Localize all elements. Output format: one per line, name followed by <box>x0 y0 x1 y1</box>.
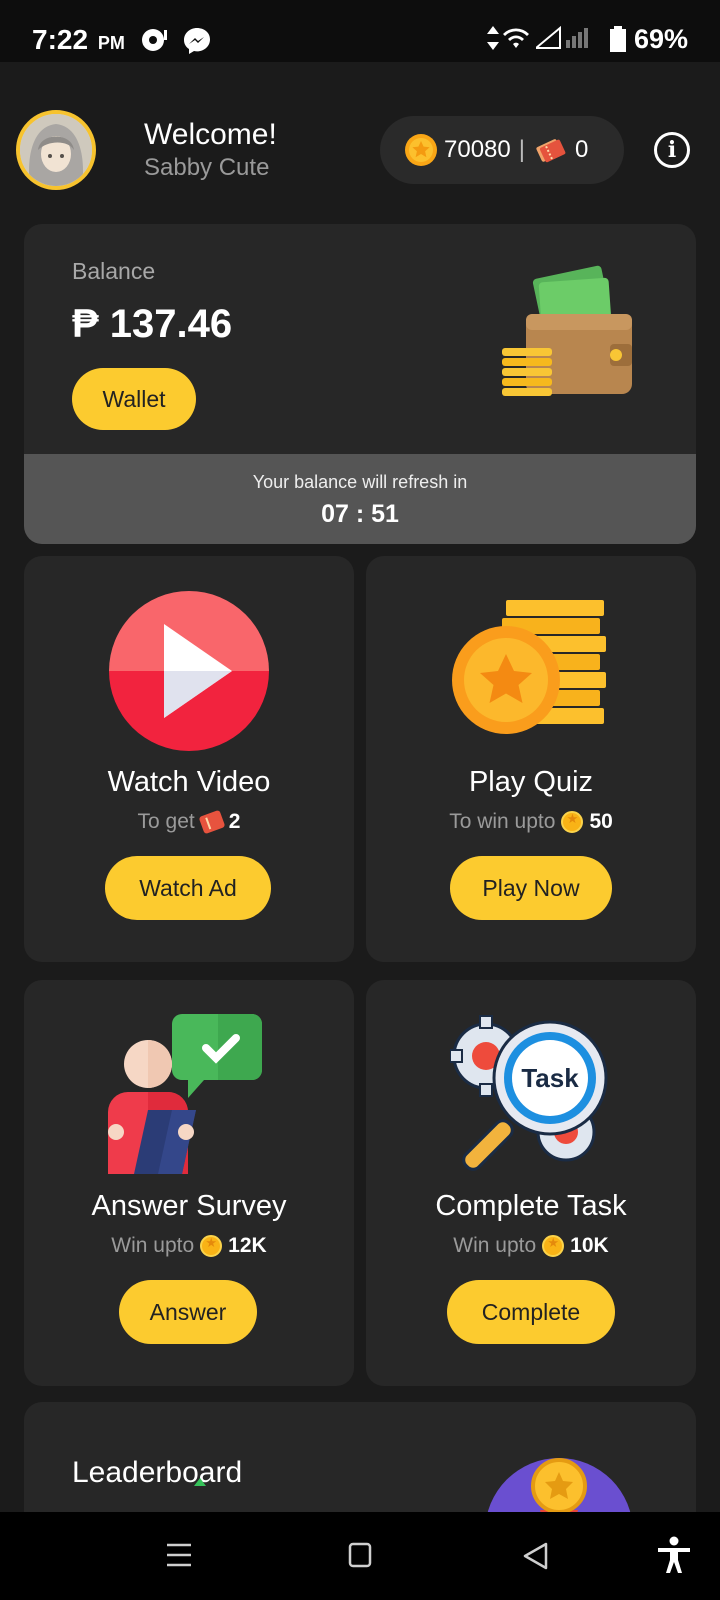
recent-apps-icon[interactable] <box>166 1542 192 1568</box>
play-video-icon <box>109 591 269 751</box>
answer-button[interactable]: Answer <box>119 1280 257 1344</box>
status-time: 7:22 PM <box>32 24 125 55</box>
survey-person-icon <box>108 1014 262 1174</box>
home-icon[interactable] <box>348 1542 372 1568</box>
currency-separator: | <box>518 136 525 163</box>
avatar[interactable] <box>16 110 96 190</box>
wallet-icon <box>502 265 632 396</box>
tile-subtitle: To win upto 50 <box>366 810 696 834</box>
data-arrows-icon <box>487 26 499 50</box>
info-icon[interactable]: i <box>654 132 690 168</box>
tile-subtitle: Win upto 12K <box>24 1234 354 1258</box>
currency-pill[interactable]: 70080 | 0 <box>380 116 624 184</box>
complete-button[interactable]: Complete <box>447 1280 615 1344</box>
system-nav-bar <box>0 1512 720 1600</box>
balance-amount: ₱ 137.46 <box>72 302 233 346</box>
complete-task-card[interactable]: Task Complete Task Win upto 10K Complete <box>366 980 696 1386</box>
tile-title: Watch Video <box>107 766 271 798</box>
notification-app-icon <box>142 29 167 51</box>
tile-title: Complete Task <box>435 1190 627 1222</box>
coin-stack-icon <box>452 600 606 734</box>
wifi-icon <box>503 28 529 48</box>
leaderboard-title: Leaderboard <box>72 1456 243 1489</box>
ticket-icon <box>198 809 226 835</box>
coin-count: 70080 <box>444 136 511 163</box>
coin-icon <box>405 134 437 166</box>
watch-ad-button[interactable]: Watch Ad <box>105 856 271 920</box>
balance-label: Balance <box>72 258 156 284</box>
refresh-timer: 07 : 51 <box>321 500 399 528</box>
answer-survey-card[interactable]: Answer Survey Win upto 12K Answer <box>24 980 354 1386</box>
coin-icon <box>561 811 584 833</box>
balance-card: Balance ₱ 137.46 Wallet Your balance wil… <box>24 224 696 544</box>
coin-icon <box>200 1235 223 1257</box>
watch-video-card[interactable]: Watch Video To get 2 Watch Ad <box>24 556 354 962</box>
status-bar: 7:22 PM 69% <box>0 0 720 62</box>
tile-subtitle: Win upto 10K <box>366 1234 696 1258</box>
tile-title: Play Quiz <box>468 766 594 798</box>
avatar-image <box>20 114 92 186</box>
play-quiz-card[interactable]: Play Quiz To win upto 50 Play Now <box>366 556 696 962</box>
refresh-text: Your balance will refresh in <box>252 472 468 492</box>
tile-subtitle: To get 2 <box>137 809 241 835</box>
back-icon[interactable] <box>522 1542 550 1570</box>
battery-icon <box>610 26 626 52</box>
wallet-button[interactable]: Wallet <box>72 368 196 430</box>
signal-icon <box>536 26 588 49</box>
welcome-heading: Welcome! <box>144 118 277 151</box>
svg-text:Task: Task <box>521 1063 579 1093</box>
ticket-count: 0 <box>574 136 589 163</box>
battery-percent: 69% <box>633 24 688 54</box>
tile-title: Answer Survey <box>91 1190 287 1222</box>
coin-icon <box>542 1235 565 1257</box>
rank-up-arrow-icon <box>194 1478 206 1486</box>
messenger-icon <box>184 28 210 54</box>
play-now-button[interactable]: Play Now <box>450 856 612 920</box>
refresh-bar: Your balance will refresh in 07 : 51 <box>24 454 696 544</box>
task-magnifier-icon: Task <box>450 1015 608 1171</box>
ticket-icon <box>536 139 566 163</box>
username: Sabby Cute <box>144 154 270 181</box>
accessibility-icon[interactable] <box>656 1536 692 1574</box>
